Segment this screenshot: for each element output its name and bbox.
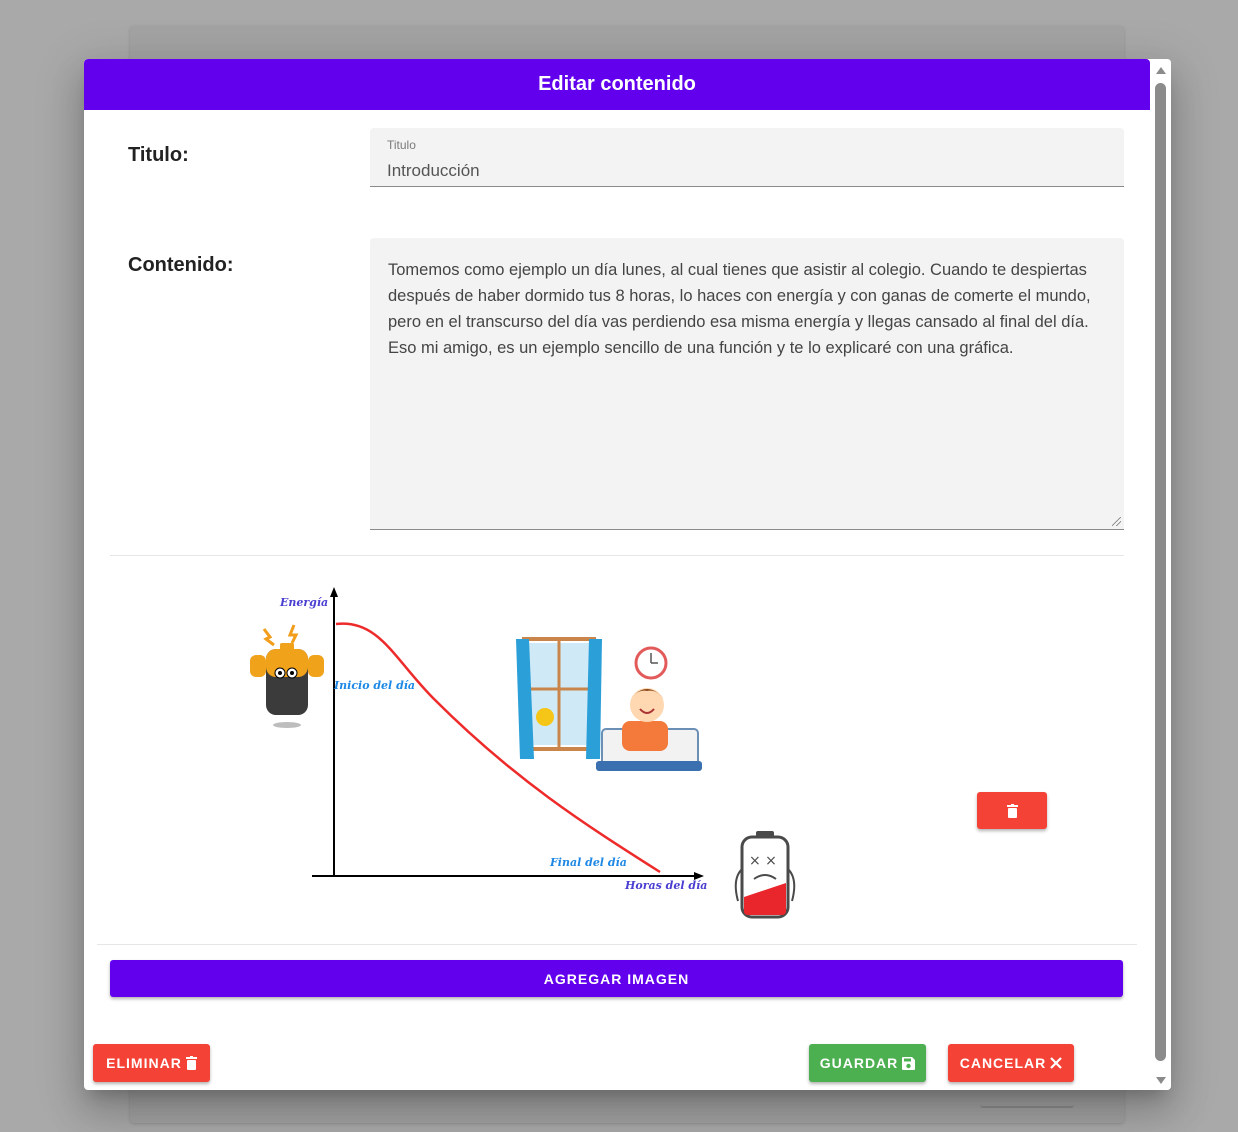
cancel-button-label: CANCELAR xyxy=(959,1055,1047,1071)
titulo-floating-label: Titulo xyxy=(387,138,416,152)
save-button[interactable]: GUARDAR xyxy=(809,1044,926,1082)
delete-button[interactable]: ELIMINAR xyxy=(93,1044,210,1082)
scroll-down-arrow-icon[interactable] xyxy=(1156,1077,1166,1084)
wake-up-illustration xyxy=(516,637,702,771)
contenido-text: Tomemos como ejemplo un día lunes, al cu… xyxy=(388,261,1091,357)
delete-image-button[interactable] xyxy=(977,792,1047,829)
tired-battery-icon: × × xyxy=(734,831,796,919)
x-axis-label: Horas del día xyxy=(624,879,707,892)
divider-top xyxy=(110,555,1124,556)
divider-bottom xyxy=(97,944,1137,945)
delete-button-label: ELIMINAR xyxy=(106,1055,182,1071)
happy-battery-icon xyxy=(250,624,324,728)
start-label: Inicio del día xyxy=(333,679,415,692)
floppy-disk-icon xyxy=(902,1056,916,1070)
contenido-label: Contenido: xyxy=(128,254,234,276)
titulo-input[interactable] xyxy=(387,161,1087,181)
end-label: Final del día xyxy=(549,856,627,869)
resize-grip-icon[interactable] xyxy=(1112,517,1121,526)
add-image-button[interactable]: AGREGAR IMAGEN xyxy=(110,960,1123,997)
dialog-scrollbar[interactable] xyxy=(1150,59,1171,1090)
y-axis-label: Energía xyxy=(279,596,328,609)
cancel-button[interactable]: CANCELAR xyxy=(948,1044,1074,1082)
dialog-title: Editar contenido xyxy=(84,59,1150,110)
trash-icon xyxy=(185,1056,197,1070)
scroll-thumb[interactable] xyxy=(1155,83,1166,1061)
titulo-field[interactable]: Titulo xyxy=(370,128,1124,187)
scroll-up-arrow-icon[interactable] xyxy=(1156,67,1166,74)
edit-content-dialog: Editar contenido Titulo: Titulo Contenid… xyxy=(84,59,1171,1090)
y-axis-arrow xyxy=(330,587,338,597)
titulo-label: Titulo: xyxy=(128,144,189,166)
save-button-label: GUARDAR xyxy=(819,1055,899,1071)
close-icon xyxy=(1050,1057,1063,1069)
svg-text:× ×: × × xyxy=(749,853,777,869)
contenido-textarea[interactable]: Tomemos como ejemplo un día lunes, al cu… xyxy=(370,238,1124,530)
trash-icon xyxy=(1006,803,1018,818)
graph-image: Energía Inicio del día Final del día Hor… xyxy=(250,587,796,919)
